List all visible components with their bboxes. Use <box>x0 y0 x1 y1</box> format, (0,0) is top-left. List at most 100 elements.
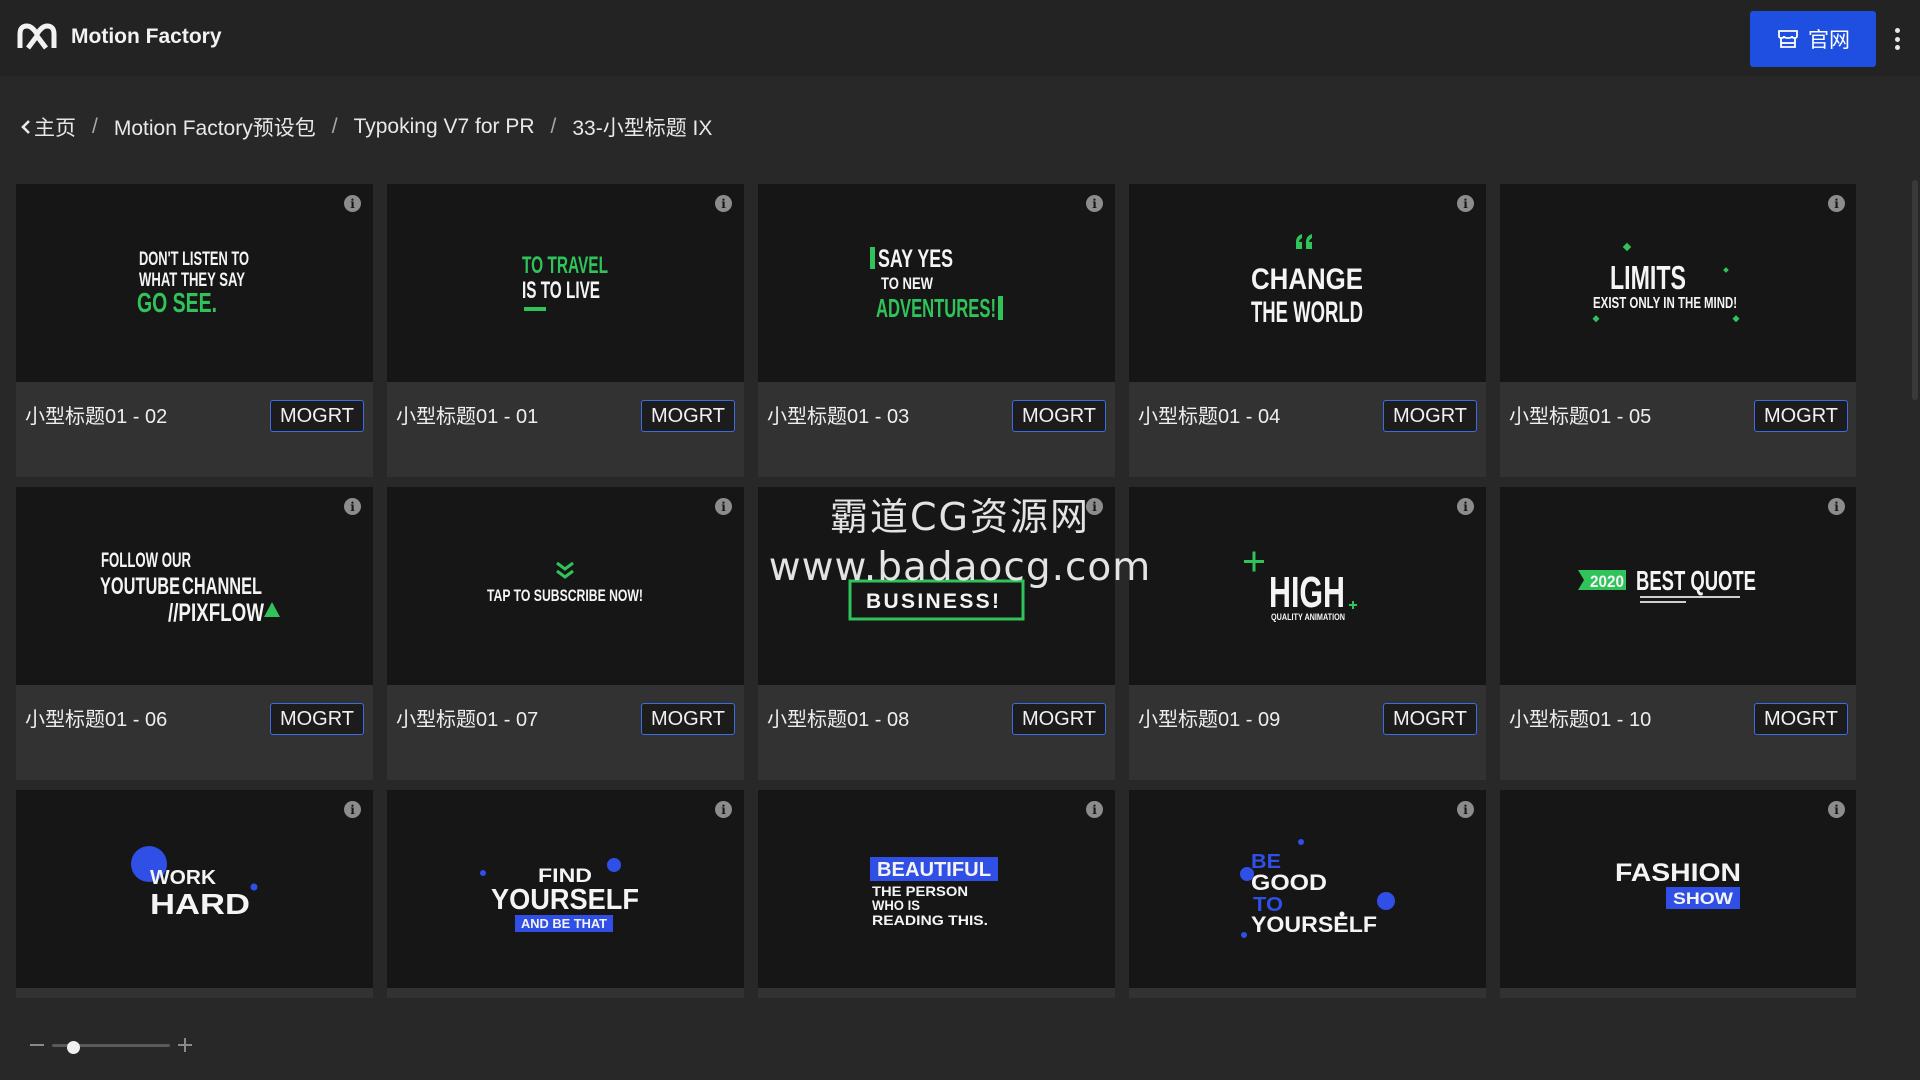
info-icon[interactable]: i <box>715 498 732 515</box>
info-icon[interactable]: i <box>1086 195 1103 212</box>
preview-text: CHANGE <box>1251 263 1363 296</box>
preview-text: WHO IS <box>872 897 920 913</box>
card-title: 小型标题01 - 04 <box>1138 406 1281 428</box>
template-preview: BE GOOD TO YOURSELF <box>1129 790 1486 988</box>
plus-icon <box>1349 601 1357 609</box>
breadcrumb-product[interactable]: Typoking V7 for PR <box>354 115 535 139</box>
zoom-out-icon[interactable] <box>30 1044 44 1046</box>
sparkle-icon <box>1622 242 1632 252</box>
chevron-left-icon <box>21 120 30 134</box>
info-icon[interactable]: i <box>715 801 732 818</box>
mogrt-badge[interactable]: MOGRT <box>1012 703 1106 735</box>
preview-text: ADVENTURES! <box>876 293 996 323</box>
template-card[interactable]: FASHION SHOW i <box>1500 790 1856 998</box>
card-title: 小型标题01 - 01 <box>396 406 539 428</box>
preview-text: GO SEE. <box>137 287 217 318</box>
dot-decoration <box>1241 932 1247 938</box>
preview-text: BUSINESS! <box>866 590 1006 613</box>
mogrt-badge[interactable]: MOGRT <box>641 703 735 735</box>
template-card[interactable]: SAY YES TO NEW ADVENTURES! i 小型标题01 - 03… <box>758 184 1115 477</box>
bottom-bar <box>0 998 1920 1080</box>
template-card[interactable]: DON'T LISTEN TO WHAT THEY SAY GO SEE. i … <box>16 184 373 477</box>
official-site-label: 官网 <box>1808 29 1850 52</box>
info-icon[interactable]: i <box>344 498 361 515</box>
breadcrumb-pack[interactable]: Motion Factory预设包 <box>114 112 316 142</box>
template-card[interactable]: WORK HARD i <box>16 790 373 998</box>
preview-text: AND BE THAT <box>521 916 607 931</box>
info-icon[interactable]: i <box>1457 195 1474 212</box>
chevron-down-icon <box>556 561 574 579</box>
template-card[interactable]: LIMITS EXIST ONLY IN THE MIND! i 小型标题01 … <box>1500 184 1856 477</box>
breadcrumb-separator: / <box>92 115 98 138</box>
zoom-slider-handle[interactable] <box>66 1041 80 1054</box>
breadcrumb: 主页 / Motion Factory预设包 / Typoking V7 for… <box>20 112 712 142</box>
accent-bar <box>998 296 1003 320</box>
template-preview: LIMITS EXIST ONLY IN THE MIND! <box>1500 184 1856 382</box>
info-icon[interactable]: i <box>715 195 732 212</box>
template-preview: SAY YES TO NEW ADVENTURES! <box>758 184 1115 382</box>
mogrt-badge[interactable]: MOGRT <box>270 400 364 432</box>
preview-text: SAY YES <box>878 245 953 273</box>
info-icon[interactable]: i <box>1828 498 1845 515</box>
template-card[interactable]: BUSINESS! i 小型标题01 - 08 MOGRT <box>758 487 1115 780</box>
info-icon[interactable]: i <box>1457 498 1474 515</box>
preview-text: QUALITY ANIMATION <box>1271 612 1345 622</box>
info-icon[interactable]: i <box>1086 498 1103 515</box>
preview-text: HARD <box>150 889 250 921</box>
template-card[interactable]: FOLLOW OUR YOUTUBE CHANNEL //PIXFLOW i 小… <box>16 487 373 780</box>
mogrt-badge[interactable]: MOGRT <box>1012 400 1106 432</box>
template-preview: 2020 BEST QUOTE <box>1500 487 1856 685</box>
info-icon[interactable]: i <box>344 195 361 212</box>
template-preview: BUSINESS! <box>758 487 1115 685</box>
mogrt-badge[interactable]: MOGRT <box>270 703 364 735</box>
card-title: 小型标题01 - 10 <box>1509 709 1652 731</box>
preview-text: EXIST ONLY IN THE <box>1593 295 1701 312</box>
template-card[interactable]: BE GOOD TO YOURSELF i <box>1129 790 1486 998</box>
template-preview: FOLLOW OUR YOUTUBE CHANNEL //PIXFLOW <box>16 487 373 685</box>
template-card[interactable]: FIND YOURSELF AND BE THAT i <box>387 790 744 998</box>
mogrt-badge[interactable]: MOGRT <box>1383 400 1477 432</box>
template-preview: HIGH QUALITY ANIMATION <box>1129 487 1486 685</box>
dot-decoration <box>480 870 486 876</box>
preview-text: HIGH <box>1269 568 1345 617</box>
zoom-in-icon[interactable] <box>178 1038 192 1052</box>
info-icon[interactable]: i <box>1828 801 1845 818</box>
preview-text: //PIXFLOW <box>168 599 264 627</box>
info-icon[interactable]: i <box>344 801 361 818</box>
preview-text: FOLLOW OUR <box>101 549 191 572</box>
dot-decoration <box>1298 839 1304 845</box>
preview-text: LIMITS <box>1610 259 1686 296</box>
motion-factory-logo-icon[interactable] <box>16 20 58 56</box>
mogrt-badge[interactable]: MOGRT <box>1383 703 1477 735</box>
preview-text: TO NEW <box>881 274 934 293</box>
quote-mark-icon <box>1296 234 1312 249</box>
preview-text: YOURSELF <box>491 884 639 916</box>
template-card[interactable]: CHANGE THE WORLD i 小型标题01 - 04 MOGRT <box>1129 184 1486 477</box>
info-icon[interactable]: i <box>1457 801 1474 818</box>
template-preview: TAP TO SUBSCRIBE NOW! <box>387 487 744 685</box>
mogrt-badge[interactable]: MOGRT <box>1754 703 1848 735</box>
breadcrumb-home[interactable]: 主页 <box>20 112 76 142</box>
vertical-scrollbar[interactable] <box>1912 180 1918 400</box>
template-card[interactable]: BEAUTIFUL THE PERSON WHO IS READING THIS… <box>758 790 1115 998</box>
preview-text: TAP TO SUBSCRIBE NOW! <box>487 586 643 605</box>
preview-text: 2020 <box>1590 572 1624 591</box>
mogrt-badge[interactable]: MOGRT <box>1754 400 1848 432</box>
kebab-menu-icon[interactable] <box>1890 25 1904 53</box>
storefront-icon <box>1778 30 1798 48</box>
info-icon[interactable]: i <box>1828 195 1845 212</box>
breadcrumb-separator: / <box>550 115 557 138</box>
play-triangle-icon <box>264 602 280 617</box>
template-card[interactable]: HIGH QUALITY ANIMATION i 小型标题01 - 09 MOG… <box>1129 487 1486 780</box>
dot-decoration <box>1339 911 1345 917</box>
card-title: 小型标题01 - 02 <box>25 406 168 428</box>
mogrt-badge[interactable]: MOGRT <box>641 400 735 432</box>
preview-text: YOURSELF <box>1251 912 1377 937</box>
template-preview: WORK HARD <box>16 790 373 988</box>
dot-decoration <box>607 858 621 872</box>
template-card[interactable]: 2020 BEST QUOTE i 小型标题01 - 10 MOGRT <box>1500 487 1856 780</box>
official-site-button[interactable]: 官网 <box>1750 11 1876 67</box>
info-icon[interactable]: i <box>1086 801 1103 818</box>
template-card[interactable]: TAP TO SUBSCRIBE NOW! i 小型标题01 - 07 MOGR… <box>387 487 744 780</box>
template-card[interactable]: TO TRAVEL IS TO LIVE i 小型标题01 - 01 MOGRT <box>387 184 744 477</box>
